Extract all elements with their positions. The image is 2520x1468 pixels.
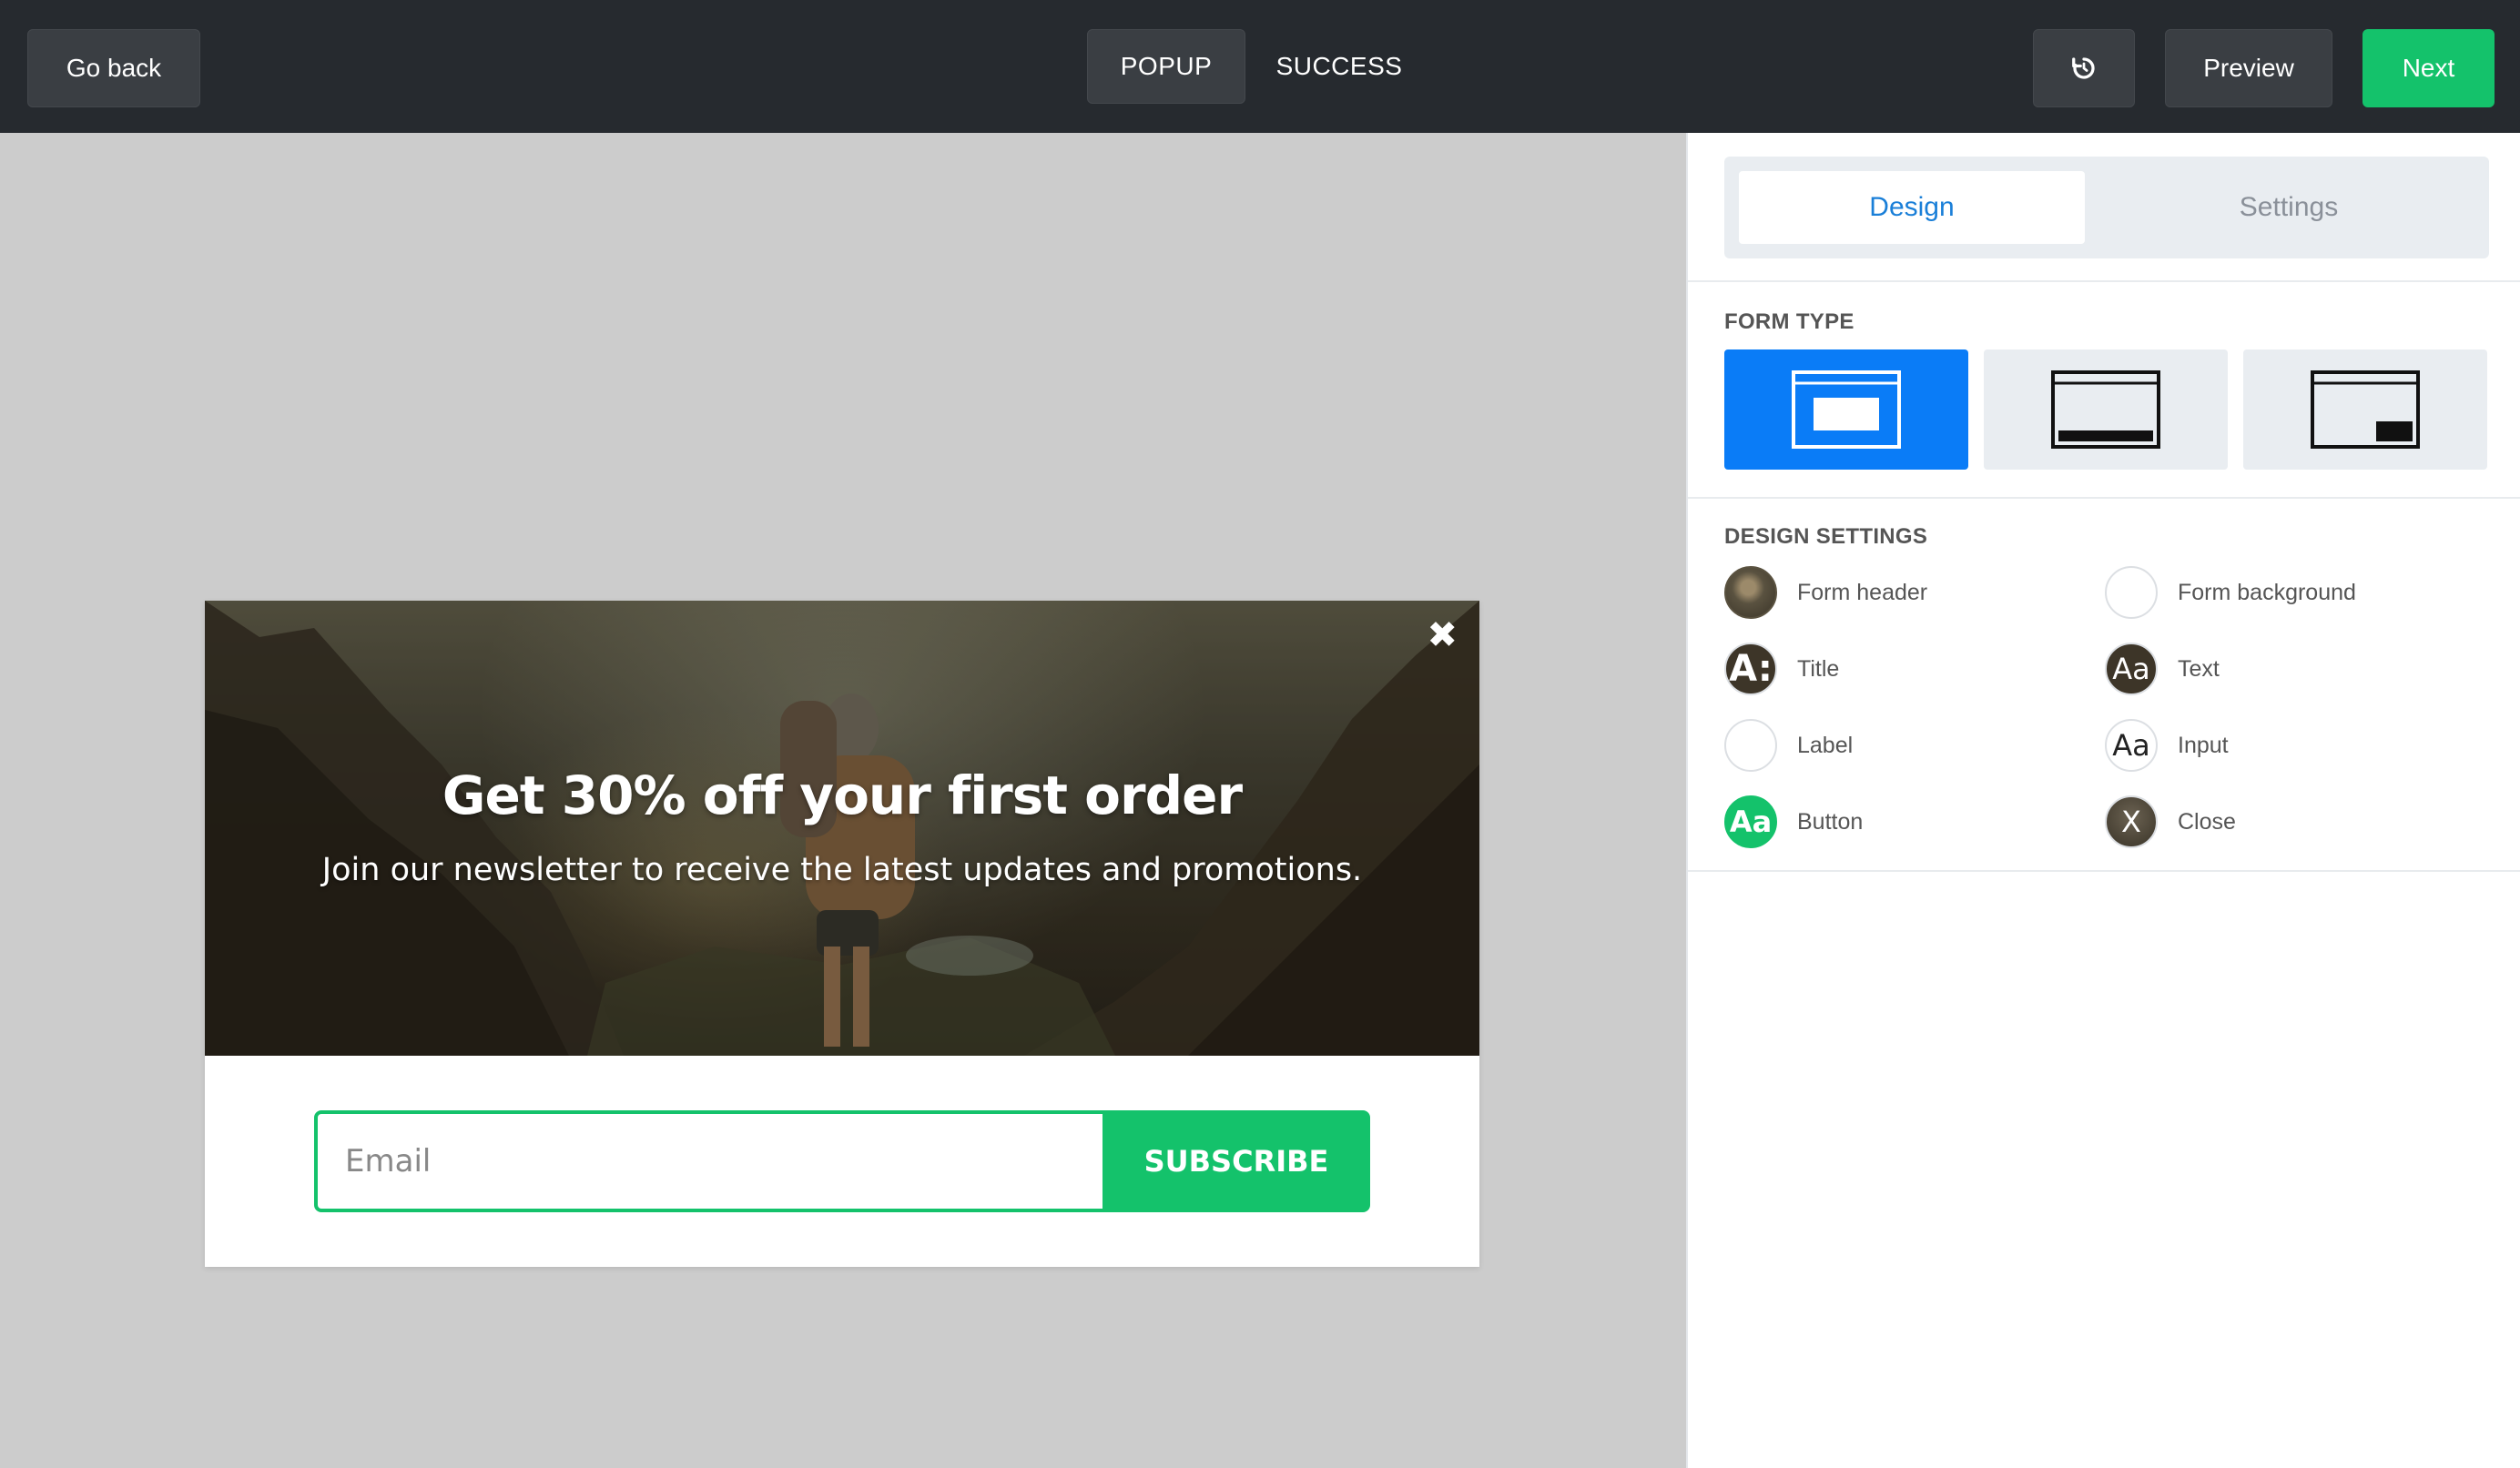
subscribe-button[interactable]: SUBSCRIBE — [1102, 1110, 1370, 1212]
setting-label: Label — [1797, 732, 1854, 758]
mountain-landscape-image — [205, 601, 1479, 1056]
form-type-heading: FORM TYPE — [1724, 309, 1854, 334]
design-settings-heading: DESIGN SETTINGS — [1724, 524, 1928, 549]
subscribe-form: SUBSCRIBE — [314, 1110, 1370, 1212]
tab-design[interactable]: Design — [1739, 171, 2085, 244]
go-back-button[interactable]: Go back — [27, 29, 200, 107]
setting-form-background[interactable]: Form background — [2105, 564, 2356, 621]
setting-label: Close — [2178, 808, 2236, 835]
next-button[interactable]: Next — [2362, 29, 2495, 107]
divider — [1688, 280, 2520, 282]
popup-layout-icon — [1792, 370, 1901, 449]
setting-title[interactable]: A: Title — [1724, 641, 1839, 697]
setting-button[interactable]: Aa Button — [1724, 794, 1863, 850]
setting-label: Text — [2178, 655, 2220, 682]
setting-label: Button — [1797, 808, 1864, 835]
setting-label: Input — [2178, 732, 2229, 758]
panel-tabs: Design Settings — [1724, 157, 2489, 258]
label-swatch — [1724, 719, 1777, 772]
popup-subtitle: Join our newsletter to receive the lates… — [321, 852, 1363, 888]
button-swatch: Aa — [1724, 795, 1777, 848]
preview-button[interactable]: Preview — [2165, 29, 2332, 107]
setting-label: Form background — [2178, 579, 2356, 605]
popup-form: ✖ Get 30% off your first order Join our … — [205, 601, 1479, 1267]
divider — [1688, 870, 2520, 872]
form-header-swatch — [1724, 566, 1777, 619]
tab-success[interactable]: SUCCESS — [1256, 29, 1422, 104]
settings-panel: Design Settings FORM TYPE DESIGN SETTING… — [1686, 133, 2520, 1468]
popup-header-image: ✖ Get 30% off your first order Join our … — [205, 601, 1479, 1056]
preview-canvas: ✖ Get 30% off your first order Join our … — [0, 133, 1686, 1468]
undo-button[interactable] — [2033, 29, 2135, 107]
setting-label: Form header — [1797, 579, 1928, 605]
setting-input[interactable]: Aa Input — [2105, 717, 2229, 774]
tab-settings[interactable]: Settings — [2107, 171, 2471, 244]
setting-form-header[interactable]: Form header — [1724, 564, 1927, 621]
form-type-corner-option[interactable] — [2243, 349, 2487, 470]
input-swatch: Aa — [2105, 719, 2158, 772]
top-toolbar: Go back POPUP SUCCESS Preview Next — [0, 0, 2520, 133]
title-swatch: A: — [1724, 643, 1777, 695]
setting-label: Title — [1797, 655, 1840, 682]
setting-label-style[interactable]: Label — [1724, 717, 1853, 774]
form-background-swatch — [2105, 566, 2158, 619]
tab-popup[interactable]: POPUP — [1087, 29, 1245, 104]
form-type-popup-option[interactable] — [1724, 349, 1968, 470]
divider — [1688, 497, 2520, 499]
undo-icon — [2072, 57, 2095, 79]
close-icon[interactable]: ✖ — [1427, 617, 1458, 653]
setting-close[interactable]: X Close — [2105, 794, 2236, 850]
bar-layout-icon — [2051, 370, 2160, 449]
email-input[interactable] — [314, 1110, 1106, 1212]
popup-title: Get 30% off your first order — [442, 764, 1243, 826]
text-swatch: Aa — [2105, 643, 2158, 695]
form-type-bar-option[interactable] — [1984, 349, 2228, 470]
setting-text[interactable]: Aa Text — [2105, 641, 2220, 697]
corner-layout-icon — [2311, 370, 2420, 449]
close-swatch: X — [2105, 795, 2158, 848]
